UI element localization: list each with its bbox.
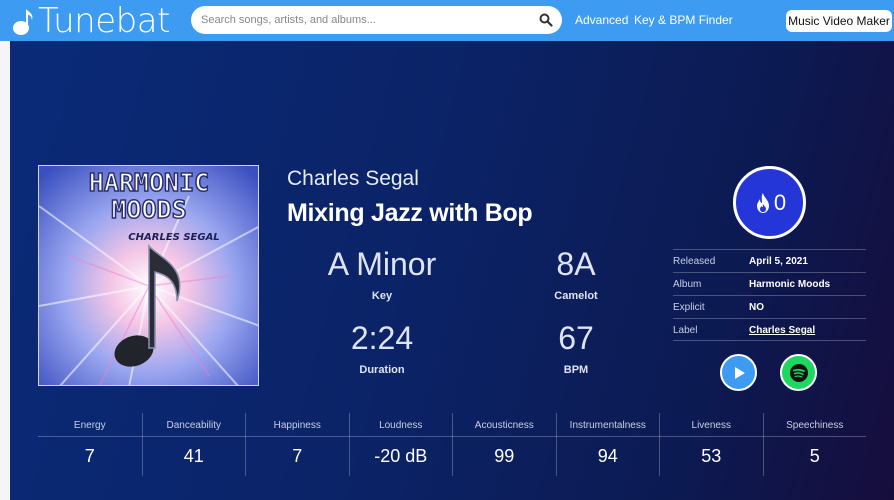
metric-value: 99 (494, 446, 515, 466)
camelot-label: Camelot (554, 290, 598, 302)
duration-value: 2:24 (350, 320, 414, 356)
metric-label: Energy (73, 420, 106, 431)
fire-icon (756, 192, 769, 213)
metric-value: 94 (597, 446, 618, 466)
details-key: Released (673, 256, 716, 267)
duration-label: Duration (359, 364, 405, 376)
album-art-title-line1: HARMONIC (89, 168, 209, 197)
key-value: A Minor (327, 246, 437, 282)
metric-value: 5 (809, 446, 820, 466)
album-art-title-line2: MOODS (111, 195, 186, 224)
metric-loudness: Loudness -20 dB (348, 413, 453, 476)
music-note-logo-icon (13, 9, 33, 35)
metric-danceability: Danceability 41 (141, 413, 246, 476)
search-bar (191, 6, 562, 34)
details-row-released: Released April 5, 2021 (673, 249, 866, 272)
audio-metrics-bar: Energy 7 Danceability 41 Happiness 7 Lou… (38, 413, 866, 476)
metric-value: -20 dB (374, 446, 428, 466)
nav-link-advanced[interactable]: Advanced (575, 13, 628, 27)
bpm-label: BPM (563, 364, 589, 376)
track-title: Mixing Jazz with Bop (287, 199, 533, 227)
metric-speechiness: Speechiness 5 (762, 413, 867, 476)
nav-link-key-bpm-finder[interactable]: Key & BPM Finder (634, 13, 733, 27)
album-art-image: HARMONIC MOODS CHARLES SEGAL (39, 166, 258, 385)
album-art-artist: CHARLES SEGAL (128, 232, 219, 243)
camelot-value: 8A (556, 246, 596, 282)
key-label: Key (371, 290, 393, 302)
details-key: Label (673, 325, 698, 336)
metric-value: 7 (84, 446, 95, 466)
search-input[interactable] (201, 6, 526, 34)
metric-label: Loudness (379, 420, 423, 431)
metric-label: Liveness (691, 420, 731, 431)
metric-value: 7 (292, 446, 303, 466)
artist-name[interactable]: Charles Segal (287, 167, 419, 191)
metric-label: Instrumentalness (569, 420, 646, 431)
metric-value: 41 (183, 446, 204, 466)
music-video-maker-button[interactable]: Music Video Maker (786, 10, 892, 32)
details-row-label: Label Charles Segal (673, 318, 866, 341)
metric-label: Happiness (273, 420, 321, 431)
metric-instrumentalness: Instrumentalness 94 (555, 413, 660, 476)
details-row-explicit: Explicit NO (673, 295, 866, 318)
details-value: NO (749, 302, 764, 313)
bpm-value: 67 (558, 320, 594, 356)
label-link[interactable]: Charles Segal (749, 325, 815, 336)
metric-label: Danceability (166, 420, 221, 431)
album-art: HARMONIC MOODS CHARLES SEGAL (38, 165, 259, 386)
track-details-table: Released April 5, 2021 Album Harmonic Mo… (673, 249, 866, 341)
search-icon[interactable] (539, 13, 553, 27)
metric-happiness: Happiness 7 (245, 413, 349, 476)
details-value: Harmonic Moods (749, 279, 831, 290)
metric-label: Speechiness (786, 420, 844, 431)
top-navbar: Tunebat Advanced Key & BPM Finder Music … (0, 0, 894, 41)
details-key: Album (673, 279, 702, 290)
left-margin (0, 41, 10, 500)
logo[interactable]: Tunebat (12, 3, 170, 39)
spotify-icon (789, 363, 808, 382)
popularity-badge: 0 (733, 166, 806, 239)
metric-energy: Energy 7 (38, 413, 142, 476)
play-icon (734, 366, 745, 379)
logo-text: Tunebat (38, 1, 170, 41)
details-value: April 5, 2021 (749, 256, 808, 267)
metric-value: 53 (701, 446, 722, 466)
metric-acousticness: Acousticness 99 (452, 413, 556, 476)
popularity-value: 0 (773, 189, 787, 215)
spotify-button[interactable] (780, 354, 817, 391)
details-row-album: Album Harmonic Moods (673, 272, 866, 295)
play-preview-button[interactable] (720, 354, 757, 391)
metric-liveness: Liveness 53 (659, 413, 763, 476)
details-key: Explicit (673, 302, 705, 313)
metric-label: Acousticness (474, 420, 534, 431)
